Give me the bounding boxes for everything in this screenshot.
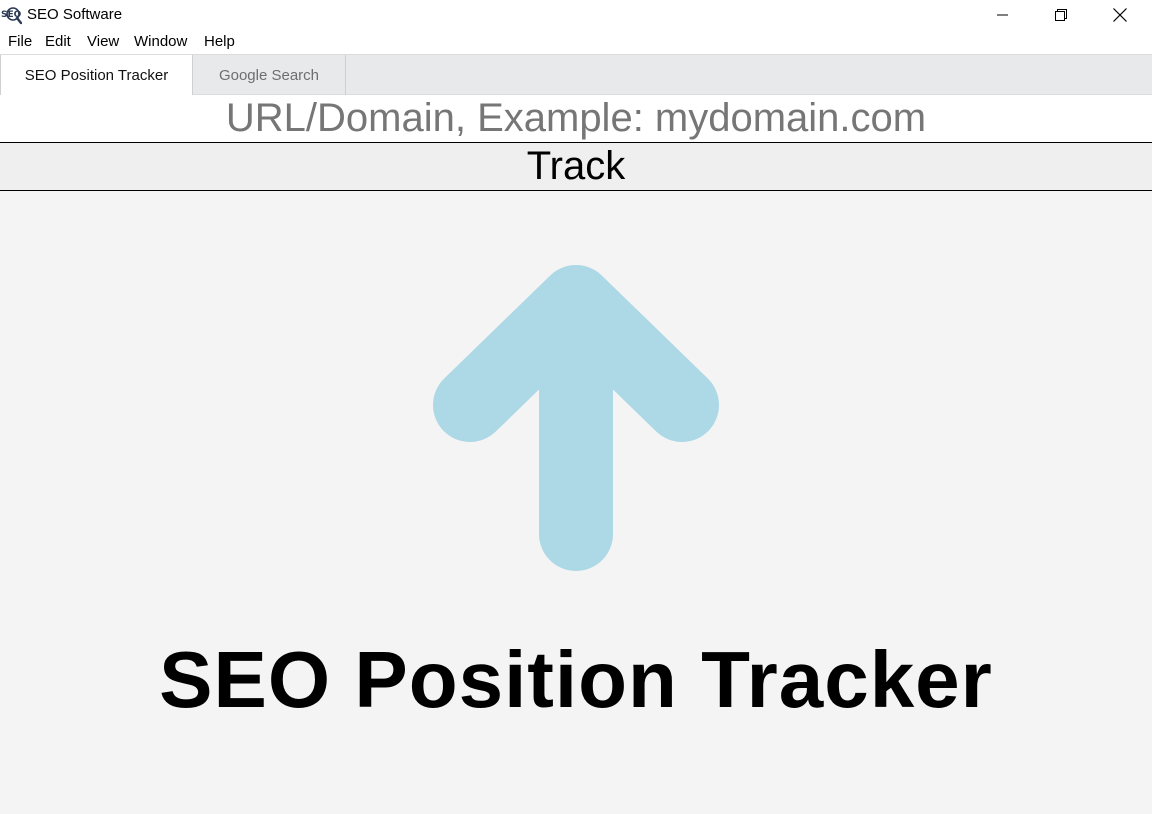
close-button[interactable] (1091, 0, 1149, 30)
title-bar[interactable]: SEO SEO Software (0, 0, 1152, 30)
window-title: SEO Software (27, 6, 123, 23)
tab-seo-position-tracker[interactable]: SEO Position Tracker (0, 55, 193, 96)
seo-magnifier-icon: SEO (1, 7, 22, 25)
tab-google-search[interactable]: Google Search (193, 55, 346, 95)
menu-bar: File Edit View Window Help (0, 30, 1152, 54)
menu-help[interactable]: Help (204, 33, 235, 51)
track-button[interactable]: Track (0, 143, 1152, 191)
menu-view[interactable]: View (87, 33, 119, 51)
restore-button[interactable] (1032, 0, 1090, 30)
menu-edit[interactable]: Edit (45, 33, 71, 51)
minimize-icon (997, 14, 1008, 16)
minimize-button[interactable] (974, 0, 1032, 30)
page-heading: SEO Position Tracker (159, 635, 993, 724)
up-arrow-icon (433, 265, 719, 571)
menu-window[interactable]: Window (134, 33, 187, 51)
menu-file[interactable]: File (8, 33, 32, 51)
tab-strip: SEO Position Tracker Google Search (0, 54, 1152, 96)
app-window: SEO SEO Software File Edit View Window H… (0, 0, 1152, 814)
url-domain-input[interactable] (0, 95, 1152, 143)
restore-icon (1055, 9, 1067, 21)
close-icon (1113, 8, 1127, 22)
